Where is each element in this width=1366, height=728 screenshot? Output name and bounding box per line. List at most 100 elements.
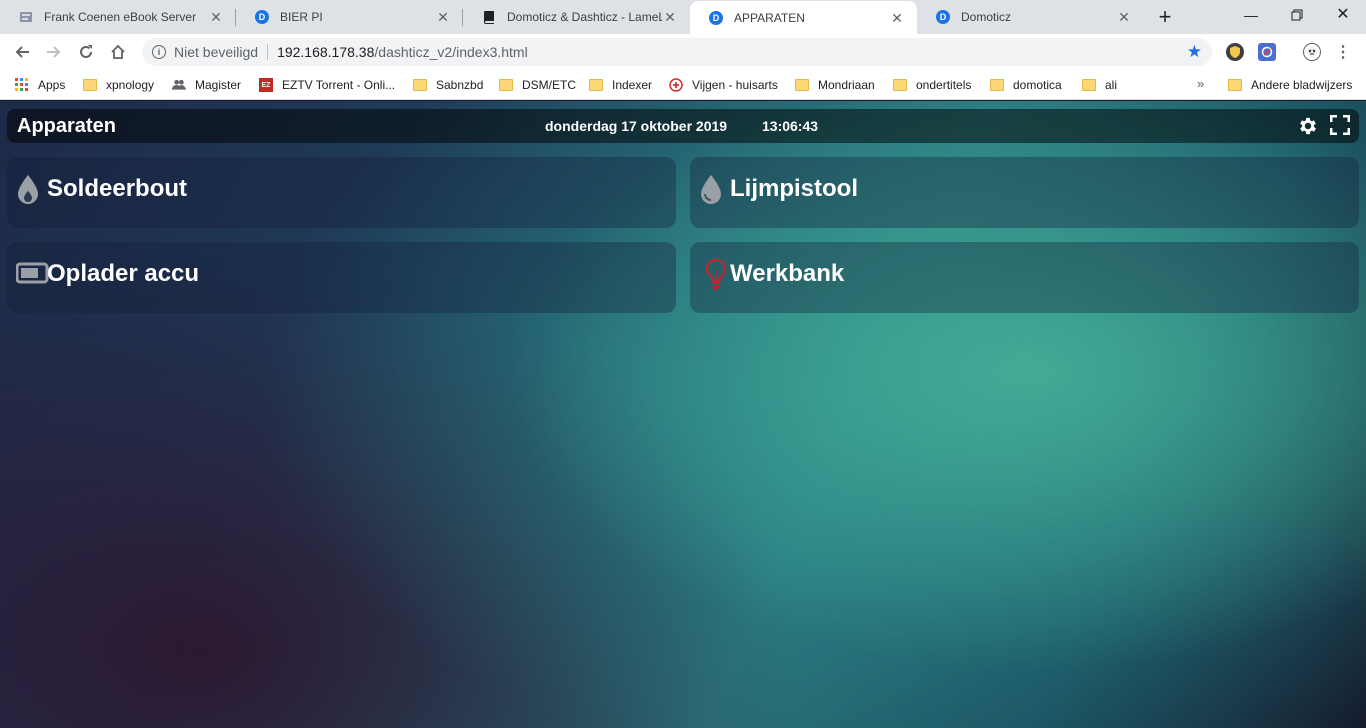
reload-icon bbox=[80, 45, 92, 58]
folder-icon bbox=[893, 79, 907, 91]
device-label: Werkbank bbox=[730, 260, 845, 287]
bookmark-label: Apps bbox=[38, 78, 66, 92]
bookmark-label: Andere bladwijzers bbox=[1251, 78, 1353, 92]
bookmark-label: Indexer bbox=[612, 78, 653, 92]
bookmark-indexer[interactable]: Indexer bbox=[589, 76, 652, 94]
bookmarks-overflow-button[interactable]: » bbox=[1197, 76, 1204, 91]
address-bar[interactable]: i Niet beveiligd 192.168.178.38/dashticz… bbox=[142, 38, 1212, 66]
domoticz-icon: D bbox=[708, 10, 724, 26]
lightbulb-icon bbox=[704, 258, 730, 292]
extension-block-icon[interactable] bbox=[1258, 43, 1276, 61]
bookmark-label: EZTV Torrent - Onli... bbox=[282, 78, 396, 92]
people-icon bbox=[172, 79, 186, 90]
close-window-button[interactable]: ✕ bbox=[1320, 0, 1366, 30]
tab-title: Frank Coenen eBook Server bbox=[44, 10, 197, 24]
device-label: Oplader accu bbox=[47, 260, 200, 287]
bookmark-ali[interactable]: ali bbox=[1082, 76, 1117, 94]
ebook-server-icon bbox=[18, 9, 34, 25]
bookmark-dsm-etc[interactable]: DSM/ETC bbox=[499, 76, 576, 94]
folder-icon bbox=[499, 79, 513, 91]
apps-grid-icon bbox=[15, 78, 28, 91]
bookmark-vijgen-huisarts[interactable]: Vijgen - huisarts bbox=[669, 76, 778, 94]
device-tile-oplader-accu[interactable]: Oplader accu bbox=[7, 242, 676, 313]
bookmark-apps[interactable]: Apps bbox=[15, 76, 65, 94]
drop-icon bbox=[698, 173, 724, 207]
domoticz-icon: D bbox=[254, 9, 270, 25]
bookmark-label: DSM/ETC bbox=[522, 78, 576, 92]
book-icon bbox=[481, 9, 497, 25]
info-icon[interactable]: i bbox=[152, 45, 166, 59]
bookmark-ondertitels[interactable]: ondertitels bbox=[893, 76, 971, 94]
url-host: 192.168.178.38 bbox=[277, 44, 375, 60]
browser-tab-bar: Frank Coenen eBook Server ✕ D BIER PI ✕ … bbox=[0, 0, 1366, 34]
gear-icon[interactable] bbox=[1297, 115, 1319, 137]
bookmark-domotica[interactable]: domotica bbox=[990, 76, 1062, 94]
bookmark-sabnzbd[interactable]: Sabnzbd bbox=[413, 76, 483, 94]
dashboard: Apparaten donderdag 17 oktober 2019 13:0… bbox=[0, 101, 1366, 728]
domoticz-icon: D bbox=[935, 9, 951, 25]
tab-apparaten[interactable]: D APPARATEN ✕ bbox=[690, 1, 917, 34]
device-tile-lijmpistool[interactable]: Lijmpistool bbox=[690, 157, 1359, 228]
extension-shield-icon[interactable] bbox=[1226, 43, 1244, 61]
browser-toolbar: i Niet beveiligd 192.168.178.38/dashticz… bbox=[0, 34, 1366, 70]
date-display: donderdag 17 oktober 2019 bbox=[545, 118, 728, 134]
menu-kebab-icon[interactable]: ⋮ bbox=[1334, 43, 1352, 61]
bookmarks-bar: Apps xpnology Magister EZ EZTV Torrent -… bbox=[0, 70, 1366, 100]
maximize-button[interactable] bbox=[1274, 0, 1320, 30]
clock-display: 13:06:43 bbox=[762, 118, 819, 134]
page-title: Apparaten bbox=[17, 115, 116, 137]
profile-avatar-icon[interactable] bbox=[1303, 43, 1321, 61]
bookmark-eztv[interactable]: EZ EZTV Torrent - Onli... bbox=[259, 76, 395, 94]
folder-icon bbox=[83, 79, 97, 91]
tab-title: BIER PI bbox=[280, 10, 323, 24]
close-tab-icon[interactable]: ✕ bbox=[208, 9, 224, 25]
tab-bier-pi[interactable]: D BIER PI ✕ bbox=[236, 0, 463, 34]
new-tab-button[interactable]: + bbox=[1151, 4, 1179, 32]
tab-title: Domoticz bbox=[961, 10, 1012, 24]
bookmark-label: Magister bbox=[195, 78, 242, 92]
flame-drop-icon bbox=[15, 173, 41, 207]
folder-icon bbox=[413, 79, 427, 91]
folder-icon bbox=[1228, 79, 1242, 91]
close-tab-icon[interactable]: ✕ bbox=[435, 9, 451, 25]
tab-title: APPARATEN bbox=[734, 10, 805, 25]
reload-button[interactable] bbox=[74, 40, 98, 64]
bookmark-label: Vijgen - huisarts bbox=[692, 78, 778, 92]
device-label: Soldeerbout bbox=[47, 175, 188, 202]
tab-domoticz[interactable]: D Domoticz ✕ bbox=[917, 0, 1144, 34]
device-tile-werkbank[interactable]: Werkbank bbox=[690, 242, 1359, 313]
security-label: Niet beveiligd bbox=[174, 44, 259, 60]
folder-icon bbox=[990, 79, 1004, 91]
home-button[interactable] bbox=[106, 40, 130, 64]
dashboard-header: Apparaten donderdag 17 oktober 2019 13:0… bbox=[7, 109, 1359, 143]
arrow-right-icon bbox=[47, 46, 61, 58]
fullscreen-icon[interactable] bbox=[1329, 114, 1352, 137]
close-tab-icon[interactable]: ✕ bbox=[1116, 9, 1132, 25]
forward-button[interactable] bbox=[42, 40, 66, 64]
device-tile-soldeerbout[interactable]: Soldeerbout bbox=[7, 157, 676, 228]
bookmark-mondriaan[interactable]: Mondriaan bbox=[795, 76, 875, 94]
tab-title: Domoticz & Dashticz - LameLo bbox=[507, 10, 662, 24]
bookmark-label: Mondriaan bbox=[818, 78, 875, 92]
bookmark-other[interactable]: Andere bladwijzers bbox=[1228, 76, 1352, 94]
bookmark-xpnology[interactable]: xpnology bbox=[83, 76, 154, 94]
back-button[interactable] bbox=[10, 40, 34, 64]
bookmark-magister[interactable]: Magister bbox=[172, 76, 241, 94]
bookmark-label: domotica bbox=[1013, 78, 1062, 92]
bookmark-label: xpnology bbox=[106, 78, 155, 92]
close-tab-icon[interactable]: ✕ bbox=[889, 10, 905, 26]
bookmark-label: Sabnzbd bbox=[436, 78, 484, 92]
arrow-left-icon bbox=[15, 46, 29, 58]
bookmark-star-icon[interactable]: ★ bbox=[1187, 42, 1202, 62]
folder-icon bbox=[795, 79, 809, 91]
bookmark-label: ali bbox=[1105, 78, 1118, 92]
eztv-icon: EZ bbox=[259, 78, 273, 92]
close-tab-icon[interactable]: ✕ bbox=[662, 9, 678, 25]
tab-domoticz-dashticz[interactable]: Domoticz & Dashticz - LameLo ✕ bbox=[463, 0, 690, 34]
url-path: /dashticz_v2/index3.html bbox=[374, 44, 528, 60]
home-icon bbox=[111, 44, 125, 59]
bookmark-label: ondertitels bbox=[916, 78, 972, 92]
folder-icon bbox=[1082, 79, 1096, 91]
tab-ebook-server[interactable]: Frank Coenen eBook Server ✕ bbox=[0, 0, 236, 34]
minimize-button[interactable]: — bbox=[1228, 0, 1274, 30]
